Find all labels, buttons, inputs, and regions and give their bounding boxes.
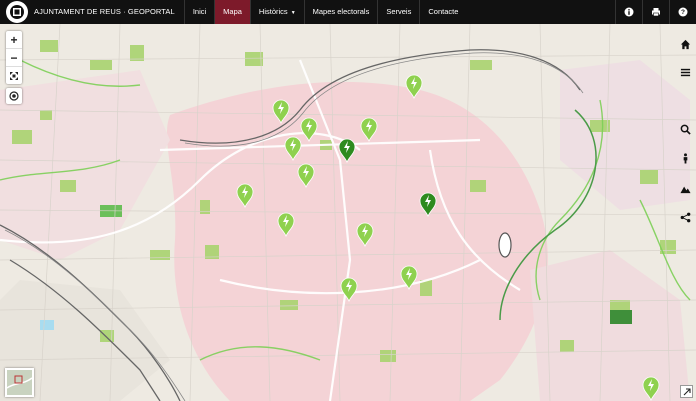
search-button[interactable] (678, 122, 692, 136)
nav-historics[interactable]: Històrics ▼ (249, 0, 304, 24)
search-icon (680, 124, 691, 135)
svg-text:?: ? (681, 9, 685, 16)
overview-map-toggle[interactable] (5, 368, 34, 397)
nav-historics-label: Històrics (258, 7, 288, 16)
info-icon (624, 7, 634, 17)
locate-icon (9, 91, 19, 101)
share-button[interactable] (678, 210, 692, 224)
layers-menu-button[interactable] (678, 65, 692, 79)
nav-serveis[interactable]: Serveis (377, 0, 419, 24)
home-button[interactable] (678, 37, 692, 51)
nav-contacte[interactable]: Contacte (419, 0, 466, 24)
home-icon (680, 39, 690, 49)
street-view-icon (683, 152, 687, 164)
chevron-down-icon: ▼ (290, 10, 296, 16)
city-map[interactable] (0, 24, 696, 401)
overview-map-icon (6, 370, 33, 395)
zoom-in-button[interactable]: + (6, 31, 22, 49)
menu-icon (680, 68, 690, 76)
print-icon (652, 8, 660, 17)
elevation-profile-button[interactable] (678, 181, 692, 195)
nav-mapes-electorals[interactable]: Mapes electorals (303, 0, 378, 24)
help-button[interactable]: ? (669, 0, 696, 24)
share-icon (680, 212, 690, 222)
street-view-button[interactable] (678, 151, 692, 165)
city-logo[interactable] (6, 1, 28, 23)
crest-icon (10, 5, 24, 19)
zoom-out-button[interactable]: − (6, 49, 22, 67)
expand-icon (10, 71, 18, 80)
elevation-icon (679, 186, 691, 193)
site-title[interactable]: AJUNTAMENT DE REUS · GEOPORTAL (34, 0, 184, 24)
main-nav: Inici Mapa Històrics ▼ Mapes electorals S… (183, 0, 467, 24)
arrow-expand-icon (683, 387, 691, 395)
locate-button[interactable] (6, 88, 22, 104)
help-icon: ? (678, 7, 688, 17)
print-button[interactable] (642, 0, 669, 24)
nav-mapa[interactable]: Mapa (214, 0, 250, 24)
zoom-controls: + − (6, 31, 22, 84)
attribution-toggle[interactable] (680, 385, 693, 398)
info-button[interactable] (615, 0, 642, 24)
nav-inici[interactable]: Inici (183, 0, 214, 24)
full-extent-button[interactable] (6, 67, 22, 84)
top-navbar: AJUNTAMENT DE REUS · GEOPORTAL Inici Map… (0, 0, 696, 24)
